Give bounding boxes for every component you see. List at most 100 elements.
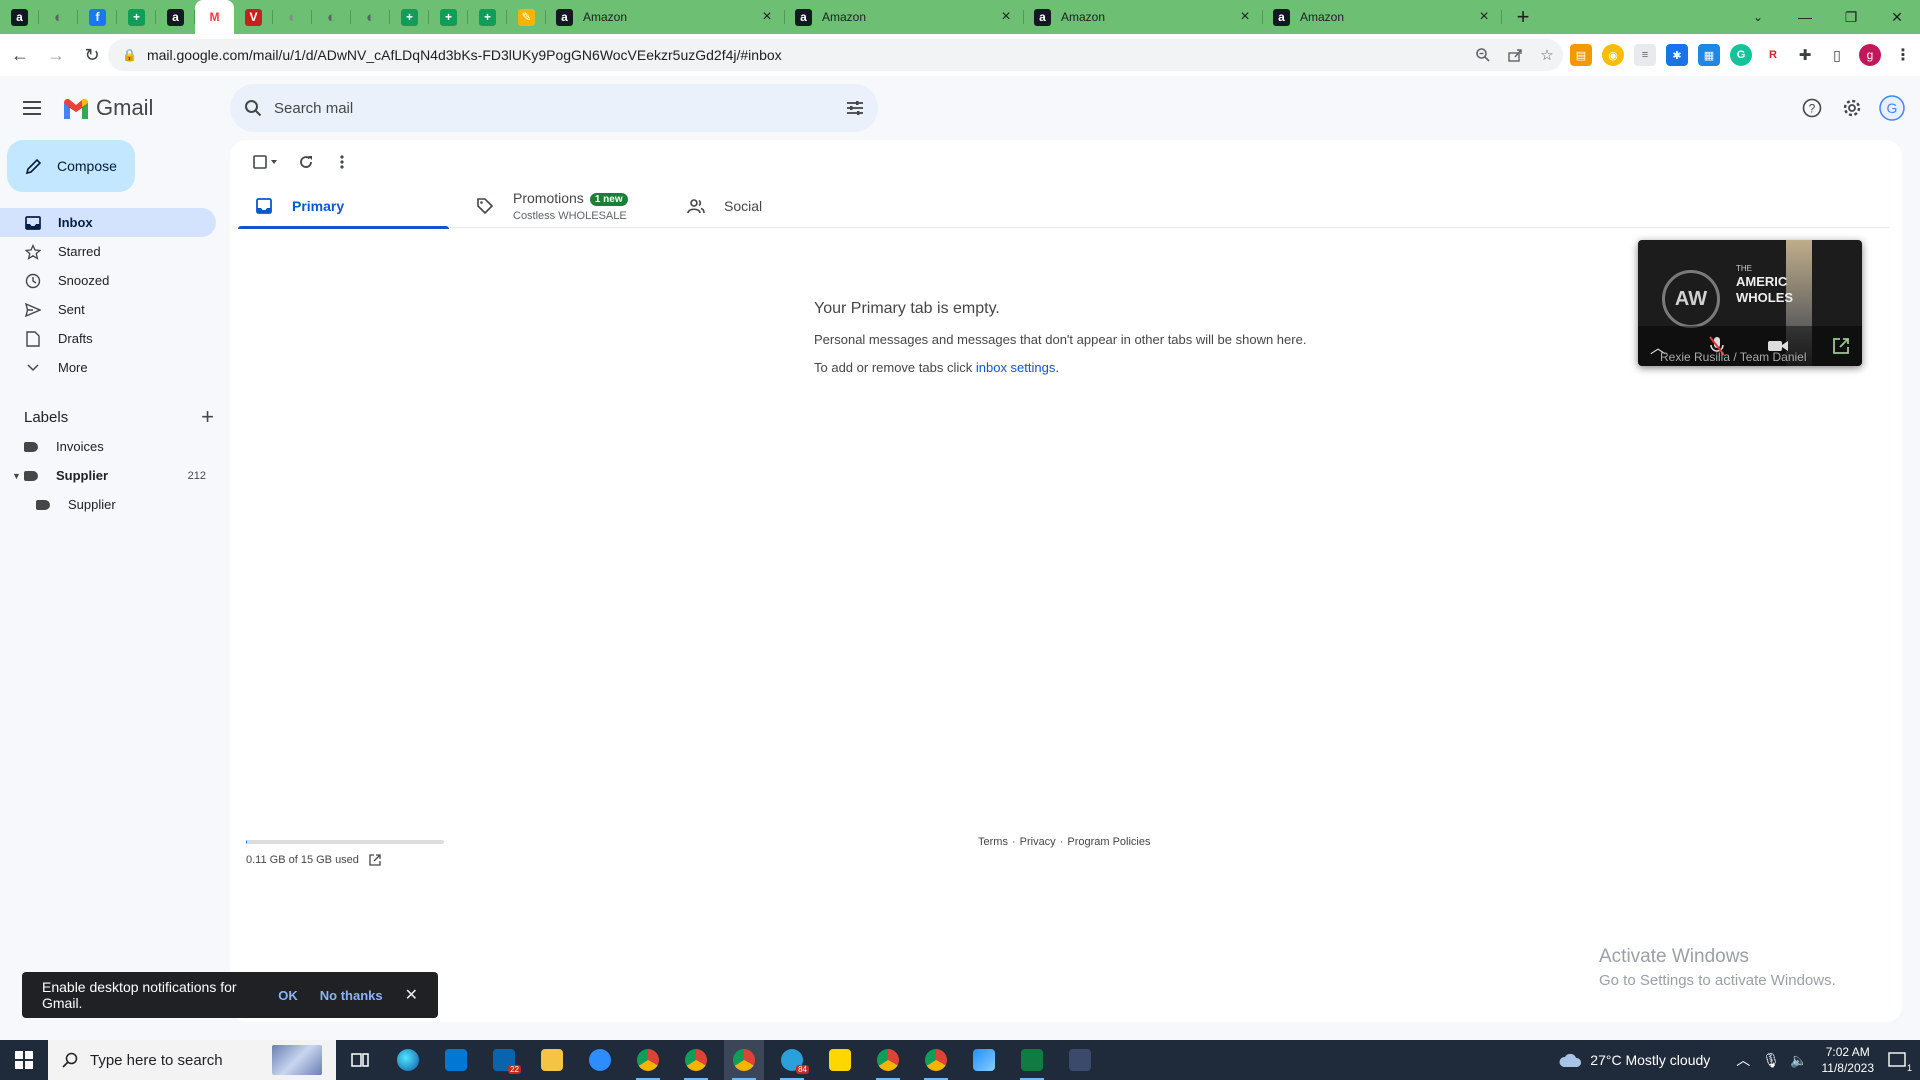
pinned-tab[interactable]: ◐ bbox=[351, 0, 390, 34]
sidebar-item-inbox[interactable]: Inbox bbox=[0, 208, 216, 237]
chrome-icon[interactable] bbox=[676, 1040, 716, 1080]
sidebar-item-drafts[interactable]: Drafts bbox=[0, 324, 216, 353]
weather-cloud-icon[interactable] bbox=[1558, 1052, 1582, 1068]
pinned-tab[interactable]: a bbox=[0, 0, 39, 34]
privacy-link[interactable]: Privacy bbox=[1020, 836, 1056, 848]
reload-button[interactable]: ↻ bbox=[76, 39, 108, 71]
tab-promotions[interactable]: Promotions 1 new Costless WHOLESALE bbox=[459, 184, 670, 228]
open-storage-icon[interactable] bbox=[369, 854, 381, 866]
chevron-up-tray-icon[interactable]: ︿ bbox=[1736, 1050, 1750, 1070]
more-options-icon[interactable] bbox=[324, 144, 360, 180]
chrome-icon[interactable] bbox=[628, 1040, 668, 1080]
account-avatar-icon[interactable]: G bbox=[1872, 84, 1912, 132]
windows-start-icon[interactable] bbox=[0, 1040, 48, 1080]
toast-ok-button[interactable]: OK bbox=[278, 988, 298, 1003]
clock[interactable]: 7:02 AM 11/8/2023 bbox=[1822, 1044, 1875, 1076]
zoom-icon[interactable] bbox=[1467, 47, 1499, 63]
store-icon[interactable] bbox=[436, 1040, 476, 1080]
telegram-icon[interactable]: 84 bbox=[772, 1040, 812, 1080]
close-tab-icon[interactable]: × bbox=[998, 8, 1014, 26]
browser-tab[interactable]: a Amazon × bbox=[1024, 0, 1263, 34]
extension-icon[interactable]: ◉ bbox=[1602, 44, 1624, 66]
search-input[interactable] bbox=[274, 99, 846, 117]
address-bar[interactable]: 🔒 mail.google.com/mail/u/1/d/ADwNV_cAfLD… bbox=[108, 39, 1563, 71]
browser-tab[interactable]: a Amazon × bbox=[546, 0, 785, 34]
back-button[interactable]: ← bbox=[4, 39, 36, 71]
tab-primary[interactable]: Primary bbox=[238, 184, 449, 229]
help-icon[interactable]: ? bbox=[1792, 84, 1832, 132]
gmail-logo[interactable]: Gmail bbox=[62, 95, 153, 121]
restore-button[interactable]: ❐ bbox=[1828, 0, 1874, 34]
video-call-pip[interactable]: AW THE AMERIC WHOLES ︿ Rexie Rusilla / Te… bbox=[1638, 240, 1862, 366]
browser-tab[interactable]: a Amazon × bbox=[1263, 0, 1502, 34]
program-policies-link[interactable]: Program Policies bbox=[1067, 836, 1150, 848]
profile-avatar[interactable]: g bbox=[1859, 44, 1881, 66]
chrome-icon[interactable] bbox=[916, 1040, 956, 1080]
sticky-notes-icon[interactable] bbox=[820, 1040, 860, 1080]
refresh-icon[interactable] bbox=[288, 144, 324, 180]
speaker-icon[interactable]: 🔈 bbox=[1790, 1052, 1807, 1069]
search-options-icon[interactable] bbox=[846, 100, 864, 116]
open-external-icon[interactable] bbox=[1832, 337, 1850, 355]
taskbar-search-box[interactable]: Type here to search bbox=[48, 1040, 336, 1080]
search-bar[interactable] bbox=[230, 84, 878, 132]
search-icon[interactable] bbox=[244, 99, 262, 117]
toast-close-icon[interactable]: ✕ bbox=[405, 985, 418, 1005]
pinned-tab[interactable]: f bbox=[78, 0, 117, 34]
label-item[interactable]: Supplier bbox=[0, 490, 216, 519]
task-view-icon[interactable] bbox=[340, 1040, 380, 1080]
extension-icon[interactable]: ✱ bbox=[1666, 44, 1688, 66]
url-text[interactable]: mail.google.com/mail/u/1/d/ADwNV_cAfLDqN… bbox=[147, 47, 1467, 63]
chrome-icon[interactable] bbox=[724, 1040, 764, 1080]
sidebar-item-starred[interactable]: Starred bbox=[0, 237, 216, 266]
extension-icon[interactable]: R bbox=[1762, 44, 1784, 66]
toast-no-thanks-button[interactable]: No thanks bbox=[320, 988, 383, 1003]
pinned-tab[interactable]: ◐ bbox=[39, 0, 78, 34]
notification-center-icon[interactable]: 1 bbox=[1888, 1051, 1912, 1073]
new-tab-button[interactable]: + bbox=[1506, 0, 1540, 34]
sidebar-item-sent[interactable]: Sent bbox=[0, 295, 216, 324]
browser-tab[interactable]: a Amazon × bbox=[785, 0, 1024, 34]
bookmark-star-icon[interactable]: ☆ bbox=[1531, 46, 1563, 64]
forward-button[interactable]: → bbox=[40, 39, 72, 71]
file-explorer-icon[interactable] bbox=[532, 1040, 572, 1080]
close-tab-icon[interactable]: × bbox=[1476, 8, 1492, 26]
pinned-tab[interactable]: ◐ bbox=[312, 0, 351, 34]
collapse-caret-icon[interactable]: ▼ bbox=[12, 471, 21, 481]
pinned-tab[interactable]: ✎ bbox=[507, 0, 546, 34]
pinned-tab[interactable]: + bbox=[429, 0, 468, 34]
chrome-menu-icon[interactable]: ⋮ bbox=[1892, 44, 1914, 66]
inbox-settings-link[interactable]: inbox settings bbox=[976, 360, 1056, 375]
tab-search-icon[interactable]: ⌄ bbox=[1743, 0, 1773, 34]
compose-button[interactable]: Compose bbox=[7, 140, 135, 192]
calculator-icon[interactable] bbox=[1060, 1040, 1100, 1080]
photos-icon[interactable] bbox=[964, 1040, 1004, 1080]
extensions-puzzle-icon[interactable]: ✚ bbox=[1794, 44, 1816, 66]
sidebar-item-snoozed[interactable]: Snoozed bbox=[0, 266, 216, 295]
close-window-button[interactable]: ✕ bbox=[1874, 0, 1920, 34]
mail-icon[interactable]: 22 bbox=[484, 1040, 524, 1080]
pinned-tab[interactable]: ◐ bbox=[273, 0, 312, 34]
extension-icon[interactable]: ▤ bbox=[1570, 44, 1592, 66]
minimize-button[interactable]: — bbox=[1782, 0, 1828, 34]
pinned-tab[interactable]: a bbox=[156, 0, 195, 34]
extension-icon[interactable]: ≡ bbox=[1634, 44, 1656, 66]
tab-social[interactable]: Social bbox=[670, 184, 881, 228]
main-menu-icon[interactable] bbox=[8, 84, 56, 132]
settings-gear-icon[interactable] bbox=[1832, 84, 1872, 132]
terms-link[interactable]: Terms bbox=[978, 836, 1008, 848]
pinned-tab[interactable]: + bbox=[117, 0, 156, 34]
add-label-icon[interactable]: + bbox=[201, 404, 214, 430]
weather-text[interactable]: 27°C Mostly cloudy bbox=[1590, 1052, 1710, 1068]
pinned-tab[interactable]: M bbox=[195, 0, 234, 34]
chrome-icon[interactable] bbox=[868, 1040, 908, 1080]
share-icon[interactable] bbox=[1499, 47, 1531, 63]
pinned-tab[interactable]: + bbox=[390, 0, 429, 34]
select-all-checkbox[interactable] bbox=[244, 144, 288, 180]
close-tab-icon[interactable]: × bbox=[759, 8, 775, 26]
label-item[interactable]: ▼ Supplier 212 bbox=[0, 461, 216, 490]
side-panel-icon[interactable]: ▯ bbox=[1826, 44, 1848, 66]
pinned-tab[interactable]: + bbox=[468, 0, 507, 34]
label-item[interactable]: Invoices bbox=[0, 432, 216, 461]
excel-icon[interactable] bbox=[1012, 1040, 1052, 1080]
